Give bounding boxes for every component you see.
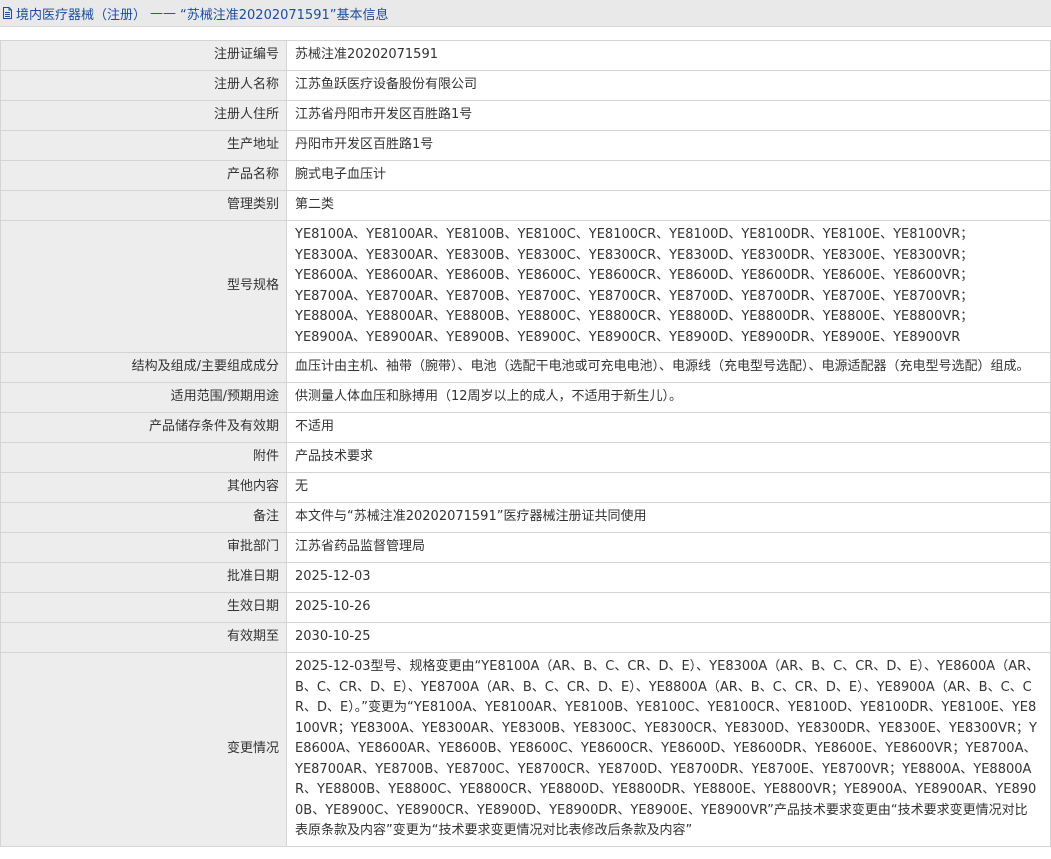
models-value: YE8100A、YE8100AR、YE8100B、YE8100C、YE8100C… <box>286 220 1051 353</box>
table-row: 备注 本文件与“苏械注准20202071591”医疗器械注册证共同使用 <box>0 502 1051 533</box>
row-label: 产品名称 <box>0 160 287 191</box>
row-label: 注册人住所 <box>0 100 287 131</box>
table-row: 生效日期 2025-10-26 <box>0 592 1051 623</box>
table-row-models: 型号规格 YE8100A、YE8100AR、YE8100B、YE8100C、YE… <box>0 220 1051 353</box>
row-value: 苏械注准20202071591 <box>286 40 1051 71</box>
changes-value: 2025-12-03型号、规格变更由“YE8100A（AR、B、C、CR、D、E… <box>286 652 1051 847</box>
table-row: 附件 产品技术要求 <box>0 442 1051 473</box>
page-title: “苏械注准20202071591”基本信息 <box>180 7 389 23</box>
row-value: 血压计由主机、袖带（腕带）、电池（选配干电池或可充电电池）、电源线（充电型号选配… <box>286 352 1051 383</box>
row-value: 2025-10-26 <box>286 592 1051 623</box>
breadcrumb-separator: —— <box>150 5 177 21</box>
row-value: 供测量人体血压和脉搏用（12周岁以上的成人，不适用于新生儿）。 <box>286 382 1051 413</box>
row-value: 丹阳市开发区百胜路1号 <box>286 130 1051 161</box>
row-value: 江苏省丹阳市开发区百胜路1号 <box>286 100 1051 131</box>
row-label: 附件 <box>0 442 287 473</box>
row-label: 结构及组成/主要组成成分 <box>0 352 287 383</box>
row-value: 江苏鱼跃医疗设备股份有限公司 <box>286 70 1051 101</box>
table-row: 注册人住所 江苏省丹阳市开发区百胜路1号 <box>0 100 1051 131</box>
table-row: 其他内容 无 <box>0 472 1051 503</box>
row-label: 管理类别 <box>0 190 287 221</box>
row-value: 2030-10-25 <box>286 622 1051 653</box>
table-row: 审批部门 江苏省药品监督管理局 <box>0 532 1051 563</box>
row-value: 产品技术要求 <box>286 442 1051 473</box>
row-value: 第二类 <box>286 190 1051 221</box>
row-label: 备注 <box>0 502 287 533</box>
table-row: 产品储存条件及有效期 不适用 <box>0 412 1051 443</box>
row-label: 变更情况 <box>0 652 287 847</box>
table-row: 有效期至 2030-10-25 <box>0 622 1051 653</box>
row-label: 型号规格 <box>0 220 287 353</box>
row-label: 注册人名称 <box>0 70 287 101</box>
table-row: 注册证编号 苏械注准20202071591 <box>0 40 1051 71</box>
table-row: 适用范围/预期用途 供测量人体血压和脉搏用（12周岁以上的成人，不适用于新生儿）… <box>0 382 1051 413</box>
row-label: 产品储存条件及有效期 <box>0 412 287 443</box>
row-label: 有效期至 <box>0 622 287 653</box>
table-row: 管理类别 第二类 <box>0 190 1051 221</box>
model-line: YE8300A、YE8300AR、YE8300B、YE8300C、YE8300C… <box>295 247 974 263</box>
model-line: YE8700A、YE8700AR、YE8700B、YE8700C、YE8700C… <box>295 288 974 304</box>
row-label: 适用范围/预期用途 <box>0 382 287 413</box>
row-label: 审批部门 <box>0 532 287 563</box>
row-label: 批准日期 <box>0 562 287 593</box>
table-row: 批准日期 2025-12-03 <box>0 562 1051 593</box>
table-row: 结构及组成/主要组成成分 血压计由主机、袖带（腕带）、电池（选配干电池或可充电电… <box>0 352 1051 383</box>
breadcrumb-label[interactable]: 境内医疗器械（注册） <box>16 4 146 23</box>
row-value: 江苏省药品监督管理局 <box>286 532 1051 563</box>
row-value: 腕式电子血压计 <box>286 160 1051 191</box>
row-value: 2025-12-03 <box>286 562 1051 593</box>
model-line: YE8100A、YE8100AR、YE8100B、YE8100C、YE8100C… <box>295 227 974 242</box>
info-table: 注册证编号 苏械注准20202071591 注册人名称 江苏鱼跃医疗设备股份有限… <box>0 40 1051 847</box>
row-value: 本文件与“苏械注准20202071591”医疗器械注册证共同使用 <box>286 502 1051 533</box>
model-line: YE8900A、YE8900AR、YE8900B、YE8900C、YE8900C… <box>295 329 961 345</box>
row-label: 生产地址 <box>0 130 287 161</box>
table-row: 生产地址 丹阳市开发区百胜路1号 <box>0 130 1051 161</box>
model-line: YE8600A、YE8600AR、YE8600B、YE8600C、YE8600C… <box>295 268 974 283</box>
row-value: 不适用 <box>286 412 1051 443</box>
model-line: YE8800A、YE8800AR、YE8800B、YE8800C、YE8800C… <box>295 309 974 324</box>
page-header: 境内医疗器械（注册） —— “苏械注准20202071591”基本信息 <box>0 0 1051 27</box>
table-row: 注册人名称 江苏鱼跃医疗设备股份有限公司 <box>0 70 1051 101</box>
row-value: 无 <box>286 472 1051 503</box>
row-label: 生效日期 <box>0 592 287 623</box>
row-label: 其他内容 <box>0 472 287 503</box>
row-label: 注册证编号 <box>0 40 287 71</box>
document-icon <box>2 7 14 20</box>
table-row-changes: 变更情况 2025-12-03型号、规格变更由“YE8100A（AR、B、C、C… <box>0 652 1051 847</box>
table-row: 产品名称 腕式电子血压计 <box>0 160 1051 191</box>
